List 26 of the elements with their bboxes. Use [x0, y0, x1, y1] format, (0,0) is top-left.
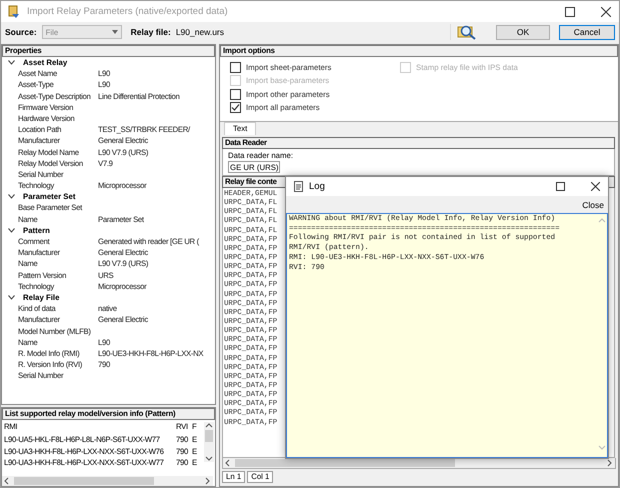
scrollbar[interactable] [222, 458, 616, 469]
checkbox[interactable] [230, 88, 241, 100]
relay-file-name: L90_new.urs [176, 27, 224, 37]
document-icon [294, 181, 303, 192]
caret-icon [112, 30, 118, 34]
checkbox[interactable] [230, 102, 241, 113]
chevron-icon[interactable] [8, 228, 15, 233]
app-icon [7, 4, 21, 18]
close-icon[interactable] [601, 6, 611, 16]
maximize-icon[interactable] [556, 182, 565, 191]
dialog-button[interactable]: OK [496, 24, 550, 40]
maximize-icon[interactable] [565, 6, 575, 16]
close-link[interactable]: Close [582, 200, 604, 210]
dialog-button[interactable]: Cancel [559, 24, 615, 40]
window-title: Import Relay Parameters (native/exported data) [27, 6, 228, 17]
magnifier-icon[interactable] [450, 24, 477, 40]
chevron-icon[interactable] [8, 60, 15, 66]
scrollbar[interactable] [204, 422, 214, 462]
source-label: Source: [5, 27, 37, 37]
scrollbar[interactable] [598, 216, 606, 452]
scrollbar[interactable] [2, 476, 213, 486]
checkbox[interactable] [230, 62, 241, 72]
relay-file-label: Relay file: [130, 27, 171, 37]
chevron-icon[interactable] [8, 194, 15, 200]
chevron-icon[interactable] [8, 295, 15, 300]
close-icon[interactable] [591, 182, 600, 191]
